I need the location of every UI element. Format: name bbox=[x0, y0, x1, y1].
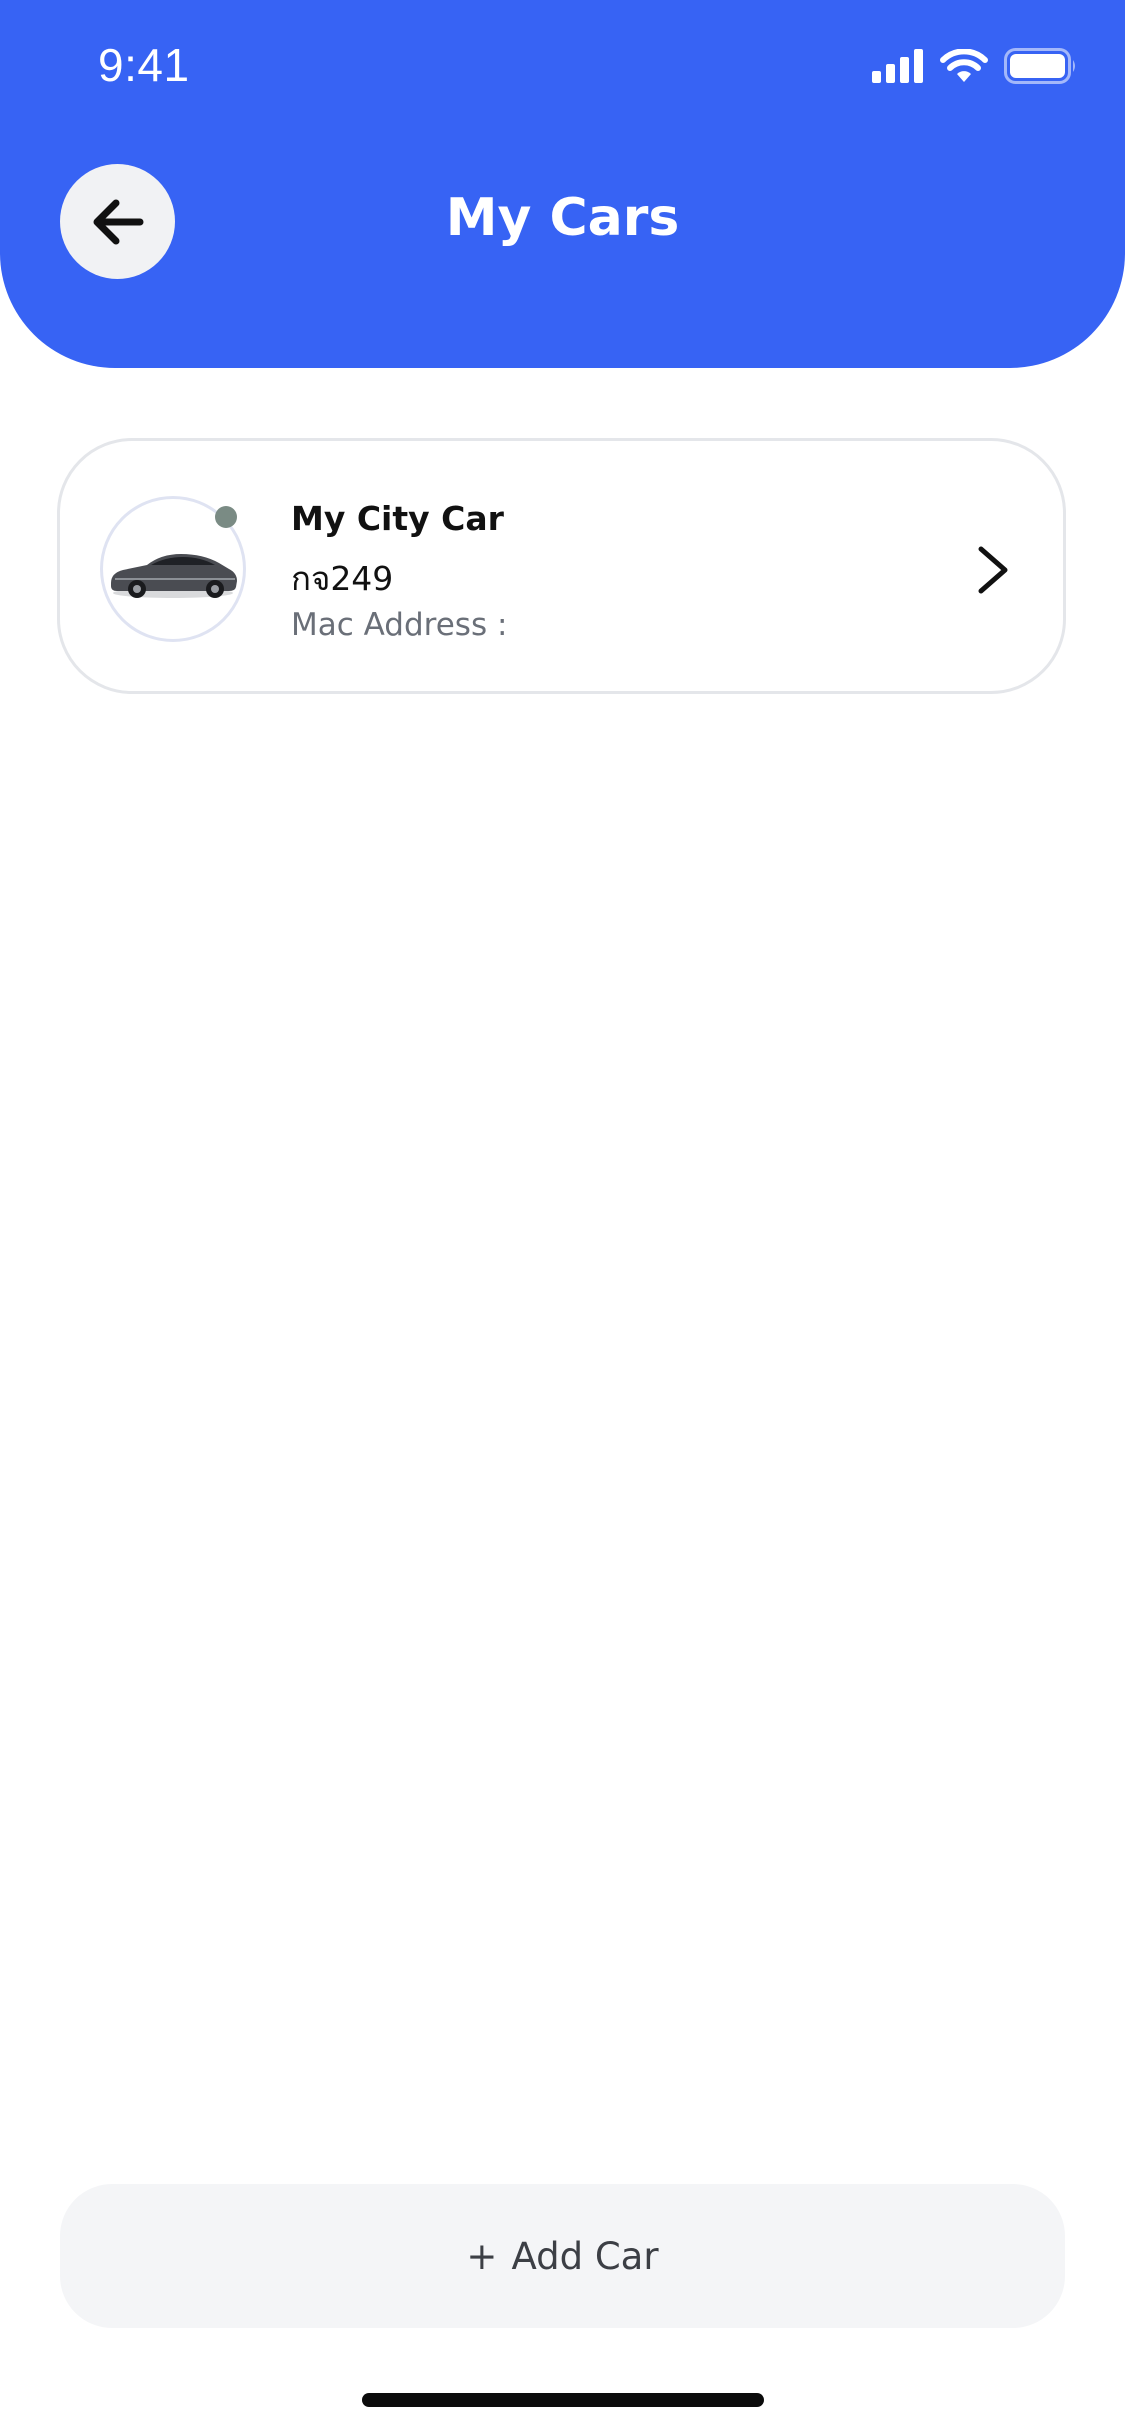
car-card[interactable]: My City Car กจ249 Mac Address : bbox=[57, 438, 1066, 694]
car-plate: กจ249 bbox=[291, 559, 394, 598]
chevron-right-icon[interactable] bbox=[973, 543, 1013, 597]
add-car-label: Add Car bbox=[511, 2234, 659, 2278]
plus-icon: + bbox=[466, 2234, 498, 2278]
add-car-button[interactable]: + Add Car bbox=[60, 2184, 1065, 2328]
header-bar: 9:41 My Cars bbox=[0, 0, 1125, 368]
status-time: 9:41 bbox=[98, 39, 190, 91]
home-indicator bbox=[362, 2393, 764, 2407]
connection-status-dot bbox=[215, 506, 237, 528]
car-name: My City Car bbox=[291, 499, 504, 538]
battery-icon bbox=[1004, 48, 1075, 84]
page-title: My Cars bbox=[445, 188, 680, 248]
car-mac-address: Mac Address : bbox=[291, 607, 508, 643]
wifi-icon bbox=[940, 48, 988, 82]
signal-icon bbox=[872, 49, 923, 83]
status-icons bbox=[872, 48, 1078, 84]
